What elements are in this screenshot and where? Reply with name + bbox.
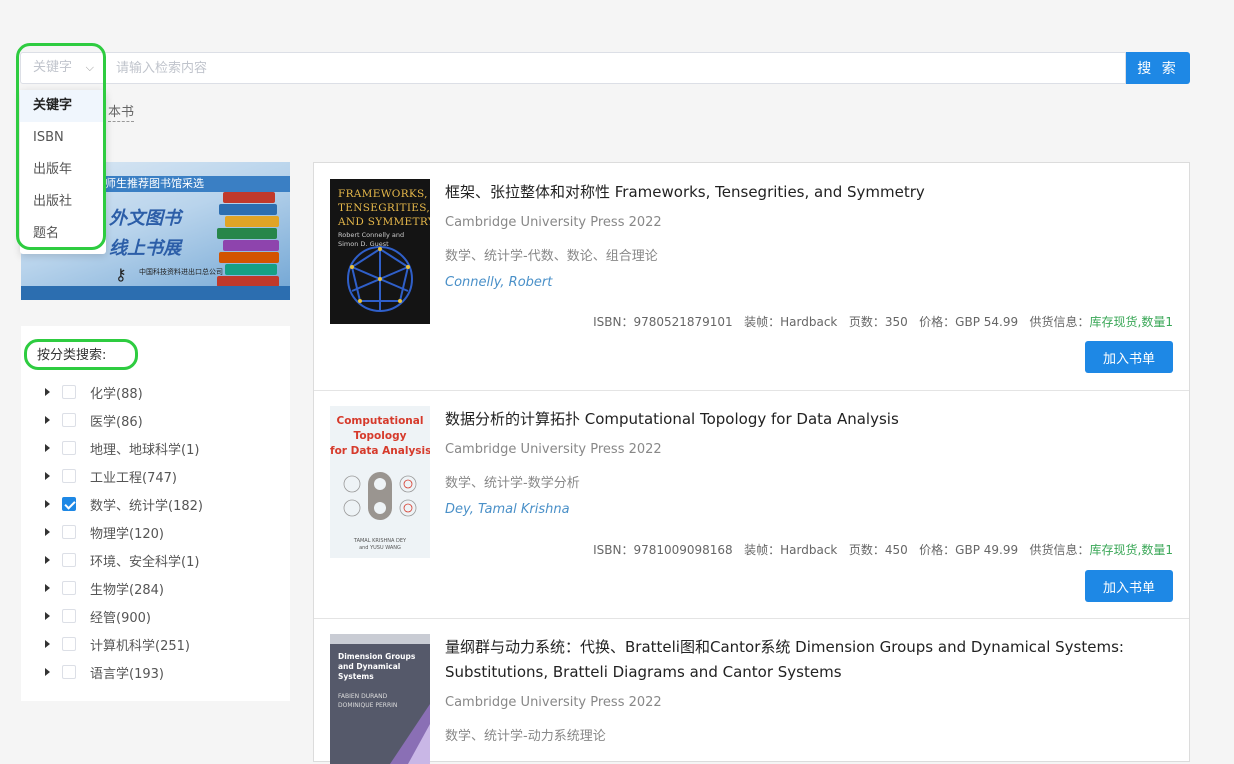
category-label: 医学(86) [90, 414, 143, 430]
cover-authors: TAMAL KRISHNA DEY and YUSU WANG [353, 538, 407, 551]
category-title: 按分类搜索: [37, 348, 107, 363]
category-label: 物理学(120) [90, 526, 164, 542]
result-count: 本书 [108, 101, 135, 122]
book-title[interactable]: 框架、张拉整体和对称性 Frameworks, Tensegrities, an… [445, 180, 1165, 205]
book-card: Dimension Groups and Dynamical Systems F… [314, 618, 1189, 764]
search-bar: 关键字 ⌵ 搜 索 [20, 52, 1190, 84]
banner-title-line1: 外文图书 [109, 208, 181, 229]
banner-publisher: 中国科技资料进出口总公司 [139, 268, 223, 276]
category-panel: 按分类搜索: 化学(88) 医学(86) 地理、地球科学(1) 工业工程(747… [21, 326, 290, 701]
book-stack-icon [217, 184, 283, 294]
category-item-medicine[interactable]: 医学(86) [45, 406, 203, 434]
category-checkbox[interactable] [62, 469, 76, 483]
dropdown-option-title[interactable]: 题名 [20, 218, 106, 250]
category-item-management[interactable]: 经管(900) [45, 602, 203, 630]
expand-arrow-icon[interactable] [45, 388, 50, 396]
results-panel: FRAMEWORKS, TENSEGRITIES, AND SYMMETRY R… [313, 162, 1190, 764]
category-label: 计算机科学(251) [90, 638, 190, 654]
stock-status: 库存现货,数量1 [1089, 543, 1173, 557]
category-item-physics[interactable]: 物理学(120) [45, 518, 203, 546]
expand-arrow-icon[interactable] [45, 584, 50, 592]
category-item-math[interactable]: 数学、统计学(182) [45, 490, 203, 518]
banner-title-line2: 线上书展 [109, 238, 181, 259]
search-type-select[interactable]: 关键字 ⌵ [20, 52, 105, 84]
expand-arrow-icon[interactable] [45, 612, 50, 620]
category-checkbox[interactable] [62, 553, 76, 567]
book-publisher: Cambridge University Press 2022 [445, 215, 662, 230]
search-type-value: 关键字 [33, 60, 73, 75]
category-list: 化学(88) 医学(86) 地理、地球科学(1) 工业工程(747) 数学、统计… [45, 378, 203, 686]
book-category: 数学、统计学-数学分析 [445, 476, 580, 491]
add-to-list-button[interactable]: 加入书单 [1085, 570, 1173, 602]
expand-arrow-icon[interactable] [45, 556, 50, 564]
banner-bottom-strip [21, 286, 290, 300]
book-title[interactable]: 量纲群与动力系统：代换、Bratteli图和Cantor系统 Dimension… [445, 635, 1165, 685]
expand-arrow-icon[interactable] [45, 668, 50, 676]
category-checkbox[interactable] [62, 665, 76, 679]
category-checkbox[interactable] [62, 385, 76, 399]
expand-arrow-icon[interactable] [45, 416, 50, 424]
key-icon: ⚷ [115, 265, 127, 284]
category-checkbox[interactable] [62, 413, 76, 427]
stock-status: 库存现货,数量1 [1089, 315, 1173, 329]
category-label: 地理、地球科学(1) [90, 442, 200, 458]
category-label: 工业工程(747) [90, 470, 177, 486]
book-author[interactable]: Dey, Tamal Krishna [445, 502, 570, 517]
category-checkbox[interactable] [62, 637, 76, 651]
category-item-engineering[interactable]: 工业工程(747) [45, 462, 203, 490]
book-meta: ISBN：9780521879101 装帧：Hardback 页数：350 价格… [593, 313, 1173, 330]
search-type-dropdown: 关键字 ISBN 出版年 出版社 题名 [20, 90, 106, 254]
book-cover[interactable]: FRAMEWORKS, TENSEGRITIES, AND SYMMETRY R… [330, 179, 430, 324]
category-label: 化学(88) [90, 386, 143, 402]
book-meta-text: ISBN：9781009098168 装帧：Hardback 页数：450 价格… [593, 543, 1090, 557]
search-button[interactable]: 搜 索 [1126, 52, 1190, 84]
book-publisher: Cambridge University Press 2022 [445, 442, 662, 457]
expand-arrow-icon[interactable] [45, 472, 50, 480]
category-item-linguistics[interactable]: 语言学(193) [45, 658, 203, 686]
dropdown-option-keyword[interactable]: 关键字 [20, 90, 106, 122]
book-title[interactable]: 数据分析的计算拓扑 Computational Topology for Dat… [445, 407, 1165, 432]
category-item-chemistry[interactable]: 化学(88) [45, 378, 203, 406]
category-label: 生物学(284) [90, 582, 164, 598]
category-checkbox[interactable] [62, 581, 76, 595]
dropdown-option-year[interactable]: 出版年 [20, 154, 106, 186]
dropdown-option-isbn[interactable]: ISBN [20, 122, 106, 154]
book-meta: ISBN：9781009098168 装帧：Hardback 页数：450 价格… [593, 541, 1173, 558]
expand-arrow-icon[interactable] [45, 640, 50, 648]
category-item-biology[interactable]: 生物学(284) [45, 574, 203, 602]
banner-strip-text: 师生推荐图书馆采选 [105, 177, 204, 190]
book-author[interactable]: Connelly, Robert [445, 275, 552, 290]
category-checkbox[interactable] [62, 525, 76, 539]
book-cover[interactable]: Computational Topology for Data Analysis… [330, 406, 430, 558]
category-item-geography[interactable]: 地理、地球科学(1) [45, 434, 203, 462]
category-label: 环境、安全科学(1) [90, 554, 200, 570]
expand-arrow-icon[interactable] [45, 500, 50, 508]
category-checkbox[interactable] [62, 441, 76, 455]
book-publisher: Cambridge University Press 2022 [445, 695, 662, 710]
category-label: 语言学(193) [90, 666, 164, 682]
book-category: 数学、统计学-代数、数论、组合理论 [445, 249, 658, 264]
category-item-computer-science[interactable]: 计算机科学(251) [45, 630, 203, 658]
add-to-list-button[interactable]: 加入书单 [1085, 341, 1173, 373]
expand-arrow-icon[interactable] [45, 444, 50, 452]
polyhedron-graphic [347, 246, 413, 312]
book-category: 数学、统计学-动力系统理论 [445, 729, 606, 744]
category-item-environment[interactable]: 环境、安全科学(1) [45, 546, 203, 574]
book-card: Computational Topology for Data Analysis… [314, 390, 1189, 619]
category-label: 经管(900) [90, 610, 151, 626]
book-card: FRAMEWORKS, TENSEGRITIES, AND SYMMETRY R… [314, 163, 1189, 391]
expand-arrow-icon[interactable] [45, 528, 50, 536]
topology-graphic [343, 472, 417, 520]
chevron-down-icon: ⌵ [85, 61, 94, 74]
category-checkbox-checked[interactable] [62, 497, 76, 511]
book-meta-text: ISBN：9780521879101 装帧：Hardback 页数：350 价格… [593, 315, 1090, 329]
search-input[interactable] [104, 52, 1126, 84]
category-label: 数学、统计学(182) [90, 498, 203, 514]
dropdown-option-publisher[interactable]: 出版社 [20, 186, 106, 218]
category-checkbox[interactable] [62, 609, 76, 623]
